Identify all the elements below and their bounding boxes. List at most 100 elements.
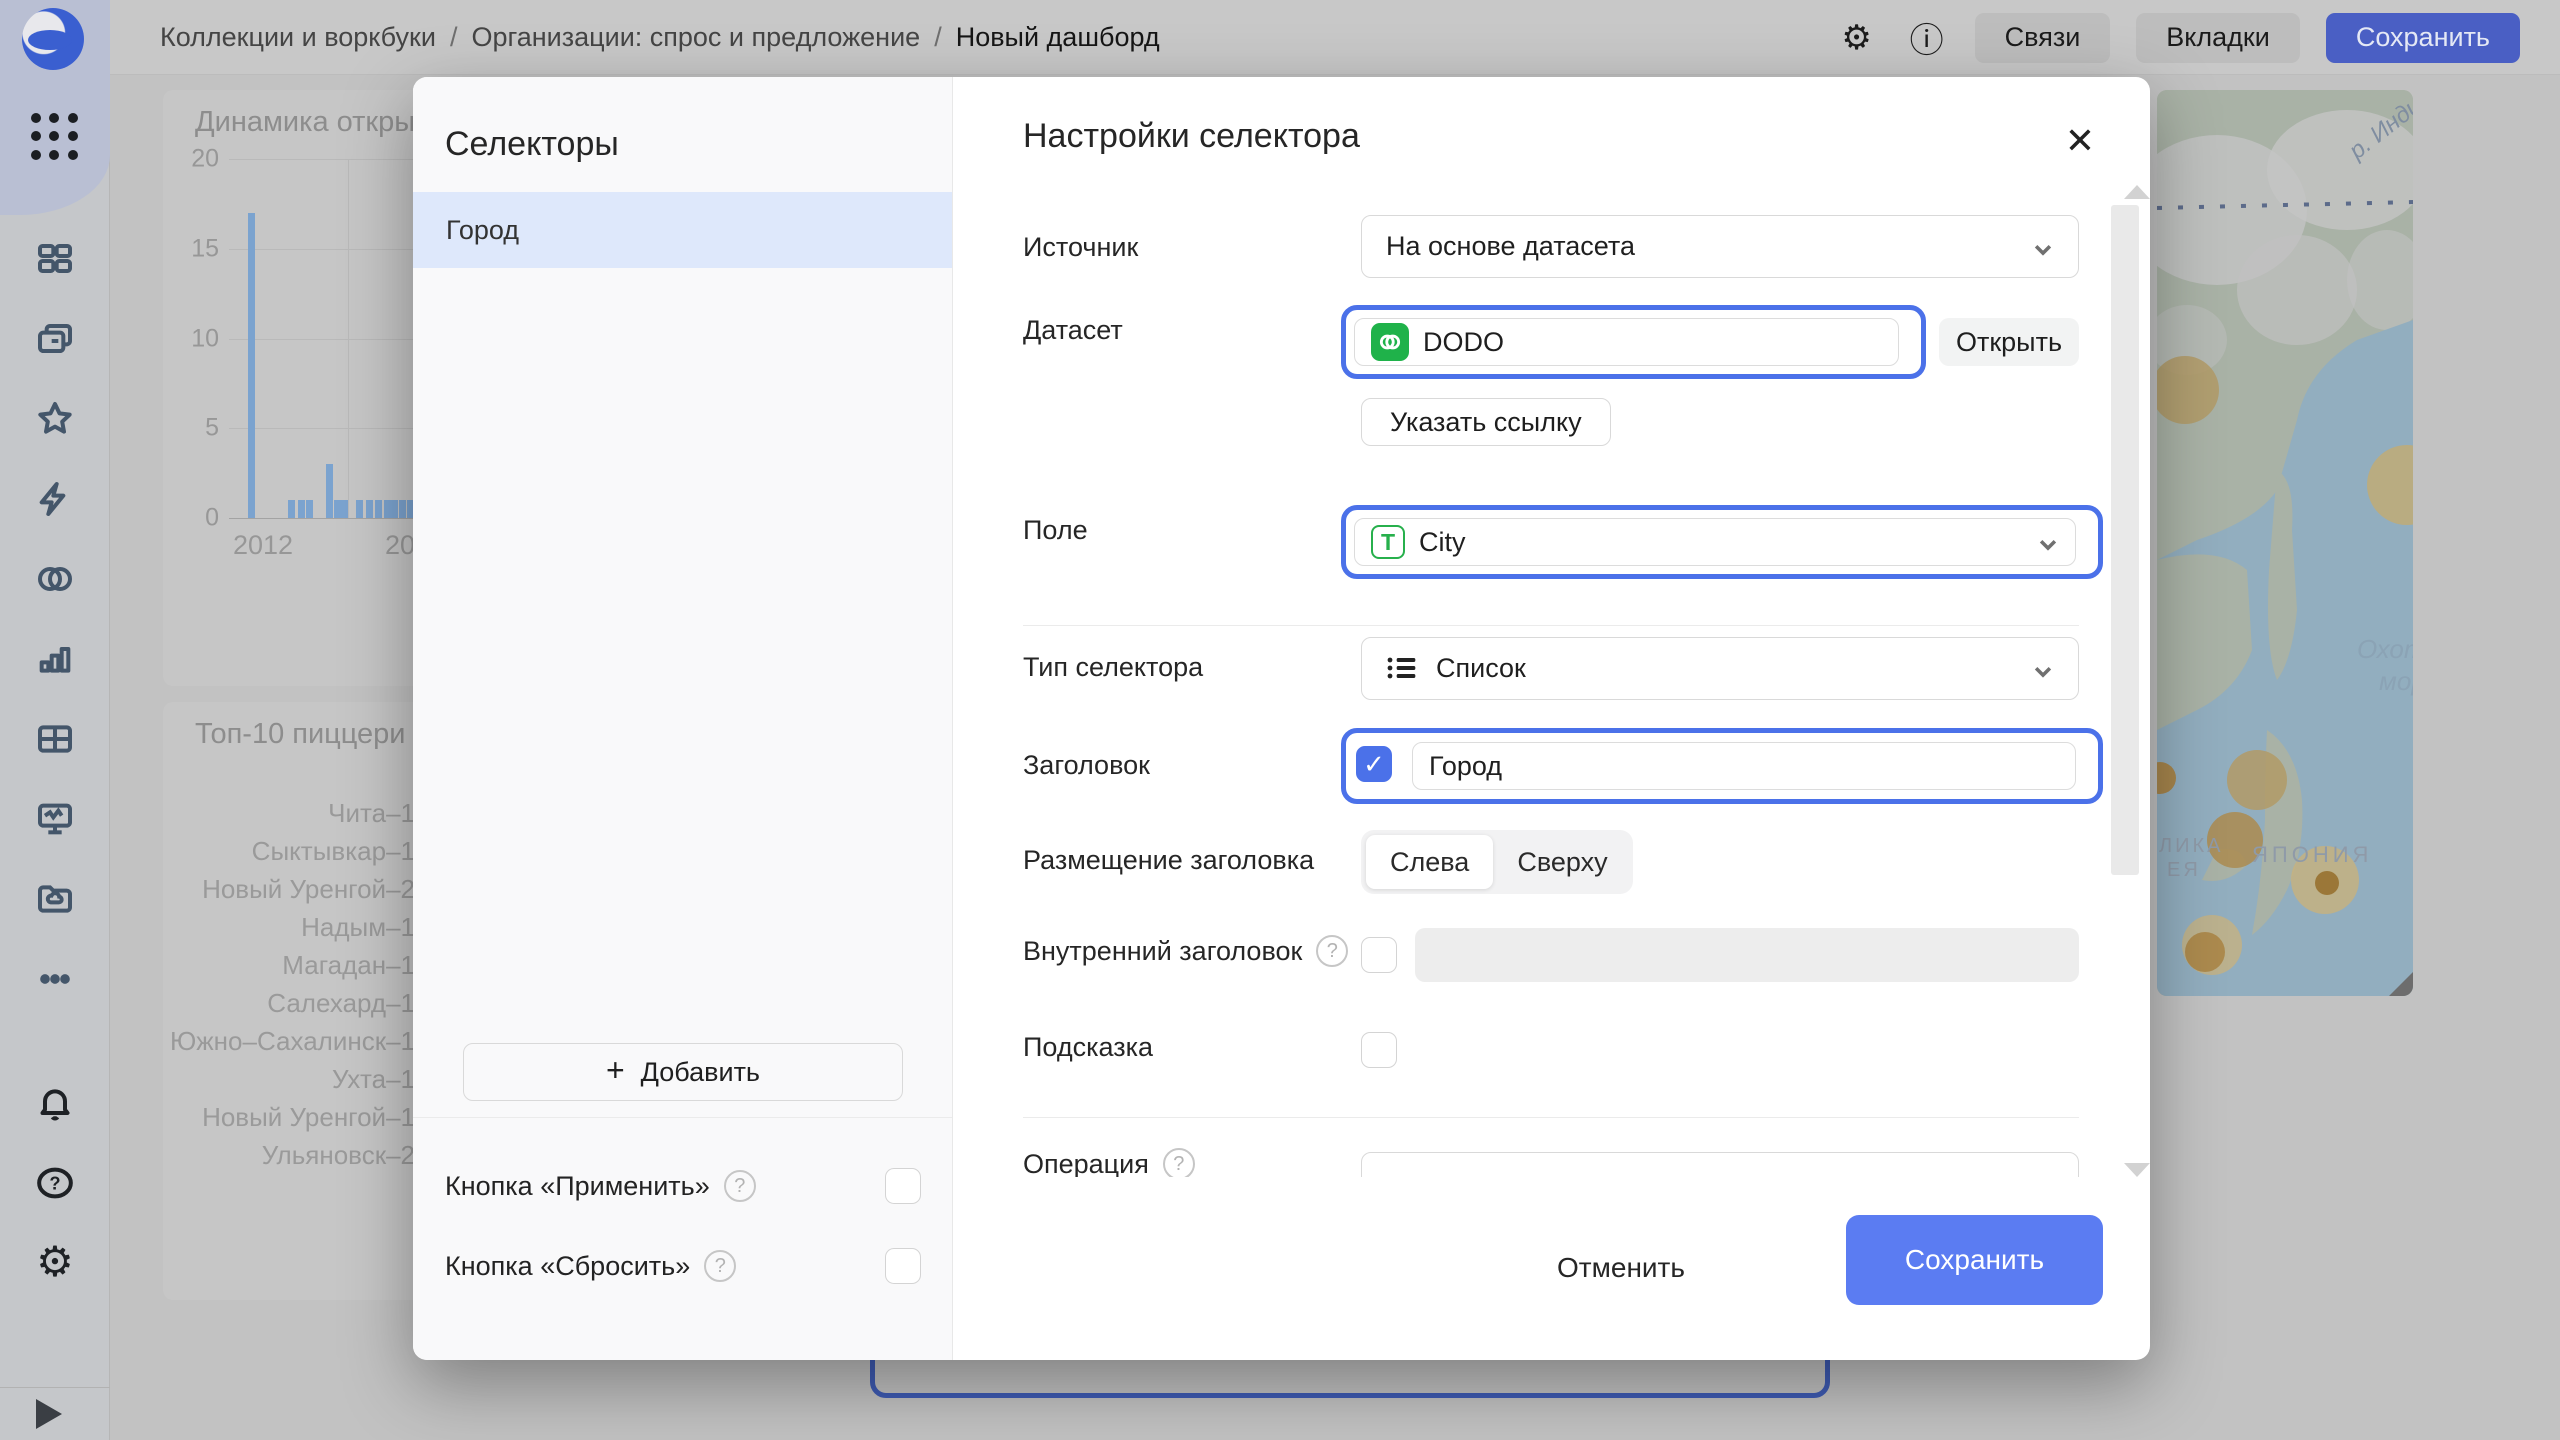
selector-settings-dialog: Селекторы Город + Добавить Кнопка «Приме… [413,77,2150,1360]
hint-checkbox[interactable] [1361,1032,1397,1068]
scroll-up-icon[interactable] [2124,185,2150,199]
chart-bar [248,213,255,518]
string-field-type-icon: T [1371,525,1405,559]
panel-divider [413,1117,952,1118]
top-bar: Коллекции и воркбуки / Организации: спро… [0,0,2560,75]
map-widget: р. Инди Охотс мор ЯПОНИЯ ЛИКА ЕЯ [2157,90,2413,996]
y-tick: 5 [163,414,219,443]
x-tick: 20 [385,530,415,561]
monitoring-icon[interactable] [30,794,80,844]
chevron-down-icon [2032,658,2054,680]
breadcrumb-separator: / [450,22,458,53]
field-select[interactable]: T City [1354,518,2076,566]
y-tick: 0 [163,504,219,533]
datalens-logo-icon[interactable] [22,8,84,70]
help-icon[interactable]: ? [30,1158,80,1208]
y-tick: 20 [163,145,219,174]
selector-item-label: Город [446,215,519,246]
chart-bar [366,500,373,518]
section-divider [1023,625,2079,626]
scroll-down-icon[interactable] [2124,1163,2150,1177]
chart-bar [298,500,305,518]
dataset-focus-ring: DODO [1341,305,1926,379]
apply-button-label: Кнопка «Применить» [445,1171,710,1202]
selector-list-item-gorod[interactable]: Город [413,192,952,268]
inner-header-checkbox[interactable] [1361,937,1397,973]
list-type-icon [1386,654,1420,684]
reset-button-checkbox[interactable] [885,1248,921,1284]
sidebar: ? ⚙ [0,0,110,1440]
map-sea-label-2: мор [2379,666,2413,696]
map-sea-label-1: Охотс [2357,634,2413,664]
chart-bar [306,500,313,518]
selectors-panel-title: Селекторы [445,125,619,164]
specify-link-button[interactable]: Указать ссылку [1361,398,1611,446]
breadcrumb-collections[interactable]: Коллекции и воркбуки [160,22,436,53]
help-icon[interactable]: ? [1316,935,1348,967]
placement-option-top[interactable]: Сверху [1493,835,1631,889]
charts-icon[interactable] [30,634,80,684]
close-icon[interactable]: ✕ [2058,119,2102,163]
operation-label-text: Операция [1023,1149,1149,1178]
dataset-field[interactable]: DODO [1354,318,1899,366]
source-select[interactable]: На основе датасета [1361,215,2079,278]
storage-folder-icon[interactable] [30,874,80,924]
y-tick: 10 [163,324,219,353]
operation-select[interactable] [1361,1152,2079,1177]
placement-option-left[interactable]: Слева [1366,835,1493,889]
quick-actions-lightning-icon[interactable] [30,474,80,524]
save-dashboard-button[interactable]: Сохранить [2326,13,2520,63]
chart-bar [375,500,382,518]
scrollbar-thumb[interactable] [2111,205,2139,875]
help-icon[interactable]: ? [724,1170,756,1202]
dataset-label: Датасет [1023,315,1123,346]
sidebar-footer [0,1387,110,1440]
breadcrumb-workbook[interactable]: Организации: спрос и предложение [471,22,920,53]
reset-button-label: Кнопка «Сбросить» [445,1251,690,1282]
type-select[interactable]: Список [1361,637,2079,700]
datasets-circles-icon[interactable] [30,554,80,604]
add-selector-label: Добавить [641,1057,760,1088]
help-icon[interactable]: ? [704,1250,736,1282]
chart-bar [288,500,295,518]
open-dataset-button[interactable]: Открыть [1939,318,2079,366]
header-input[interactable]: Город [1412,742,2076,790]
help-icon[interactable]: ? [1163,1148,1195,1177]
x-tick: 2012 [233,530,293,561]
info-icon[interactable]: ⓘ [1905,16,1949,60]
header-label: Заголовок [1023,750,1150,781]
apps-grid-icon[interactable] [31,113,79,161]
apply-button-checkbox[interactable] [885,1168,921,1204]
links-button[interactable]: Связи [1975,13,2111,63]
collections-icon[interactable] [30,316,80,366]
gear-icon[interactable]: ⚙ [1835,16,1879,60]
settings-scroll-area: Источник На основе датасета Датасет DODO… [953,190,2113,1177]
expand-sidebar-icon[interactable] [36,1399,62,1429]
reset-button-row: Кнопка «Сбросить» ? [445,1244,921,1288]
inner-header-label-text: Внутренний заголовок [1023,936,1302,967]
chart-bar [356,500,363,518]
add-selector-button[interactable]: + Добавить [463,1043,903,1101]
tabs-button[interactable]: Вкладки [2136,13,2300,63]
more-ellipsis-icon[interactable] [30,954,80,1004]
top10-title: Топ-10 пиццери [195,718,406,751]
source-label: Источник [1023,232,1138,263]
header-input-value: Город [1429,751,1502,782]
header-checkbox[interactable]: ✓ [1356,746,1392,782]
settings-title: Настройки селектора [1023,117,1360,156]
map-korea-label-2: ЕЯ [2167,859,2201,881]
hint-label: Подсказка [1023,1032,1153,1063]
chart-bar [334,500,341,518]
settings-gear-icon[interactable]: ⚙ [30,1236,80,1286]
save-selector-button[interactable]: Сохранить [1846,1215,2103,1305]
operation-label: Операция ? [1023,1148,1195,1177]
tables-icon[interactable] [30,714,80,764]
dataset-value: DODO [1423,327,1504,358]
chevron-down-icon [2037,531,2059,553]
cancel-button[interactable]: Отменить [1541,1232,1701,1304]
favorites-star-icon[interactable] [30,394,80,444]
dashboards-icon[interactable] [30,236,80,286]
settings-panel: Настройки селектора ✕ Источник На основе… [953,77,2150,1360]
selectors-panel: Селекторы Город + Добавить Кнопка «Приме… [413,77,953,1360]
notifications-bell-icon[interactable] [30,1078,80,1128]
